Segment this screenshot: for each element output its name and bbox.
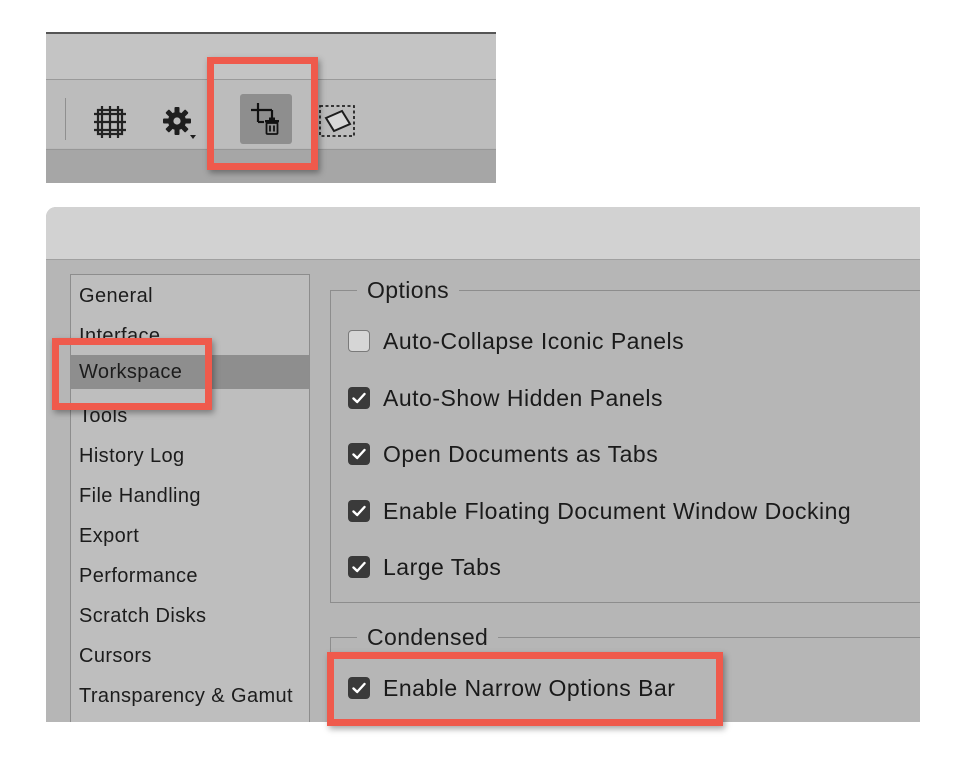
nav-item-file-handling[interactable]: File Handling bbox=[71, 479, 309, 513]
nav-item-cursors[interactable]: Cursors bbox=[71, 639, 309, 673]
nav-item-export[interactable]: Export bbox=[71, 519, 309, 553]
options-bar bbox=[46, 32, 496, 183]
toolbar-divider bbox=[65, 98, 66, 140]
checkbox-label: Large Tabs bbox=[383, 553, 502, 580]
menu-strip bbox=[46, 34, 496, 80]
preferences-nav-list: General Interface Workspace Tools Histor… bbox=[70, 274, 310, 722]
checkbox-label: Enable Floating Document Window Docking bbox=[383, 497, 852, 524]
options-legend: Options bbox=[357, 274, 460, 306]
nav-item-tools[interactable]: Tools bbox=[71, 399, 309, 433]
enable-narrow-options-bar-checkbox[interactable]: Enable Narrow Options Bar bbox=[348, 673, 675, 703]
dialog-titlebar bbox=[46, 207, 920, 260]
auto-show-hidden-panels-checkbox[interactable]: Auto-Show Hidden Panels bbox=[348, 383, 663, 413]
preferences-dialog: General Interface Workspace Tools Histor… bbox=[46, 207, 920, 722]
large-tabs-checkbox[interactable]: Large Tabs bbox=[348, 552, 501, 582]
enable-floating-document-window-docking-checkbox[interactable]: Enable Floating Document Window Docking bbox=[348, 496, 851, 526]
nav-item-interface[interactable]: Interface bbox=[71, 319, 309, 353]
crop-delete-icon bbox=[248, 100, 286, 138]
options-group: Options Auto-Collapse Iconic Panels Auto… bbox=[330, 274, 920, 603]
nav-item-general[interactable]: General bbox=[71, 279, 309, 313]
checkbox-label: Auto-Collapse Iconic Panels bbox=[383, 327, 685, 354]
open-documents-as-tabs-checkbox[interactable]: Open Documents as Tabs bbox=[348, 439, 658, 469]
nav-item-scratch-disks[interactable]: Scratch Disks bbox=[71, 599, 309, 633]
document-tab-strip bbox=[46, 149, 496, 183]
checkbox-unchecked[interactable] bbox=[348, 330, 370, 352]
perspective-crop-icon[interactable] bbox=[318, 104, 358, 140]
checkmark-icon[interactable] bbox=[348, 443, 370, 465]
gear-dropdown-icon[interactable] bbox=[160, 104, 200, 144]
checkmark-icon[interactable] bbox=[348, 556, 370, 578]
checkbox-label: Enable Narrow Options Bar bbox=[383, 674, 676, 701]
delete-cropped-pixels-button[interactable] bbox=[240, 94, 292, 144]
auto-collapse-iconic-panels-checkbox[interactable]: Auto-Collapse Iconic Panels bbox=[348, 326, 684, 356]
condensed-legend: Condensed bbox=[357, 621, 499, 653]
checkbox-label: Auto-Show Hidden Panels bbox=[383, 384, 663, 411]
condensed-group: Condensed Enable Narrow Options Bar bbox=[330, 621, 920, 722]
grid-icon[interactable] bbox=[90, 102, 130, 142]
checkmark-icon[interactable] bbox=[348, 677, 370, 699]
nav-item-transparency-gamut[interactable]: Transparency & Gamut bbox=[71, 679, 309, 713]
checkmark-icon[interactable] bbox=[348, 500, 370, 522]
checkmark-icon[interactable] bbox=[348, 387, 370, 409]
checkbox-label: Open Documents as Tabs bbox=[383, 440, 659, 467]
nav-item-history-log[interactable]: History Log bbox=[71, 439, 309, 473]
nav-item-performance[interactable]: Performance bbox=[71, 559, 309, 593]
nav-item-workspace[interactable]: Workspace bbox=[71, 355, 309, 389]
